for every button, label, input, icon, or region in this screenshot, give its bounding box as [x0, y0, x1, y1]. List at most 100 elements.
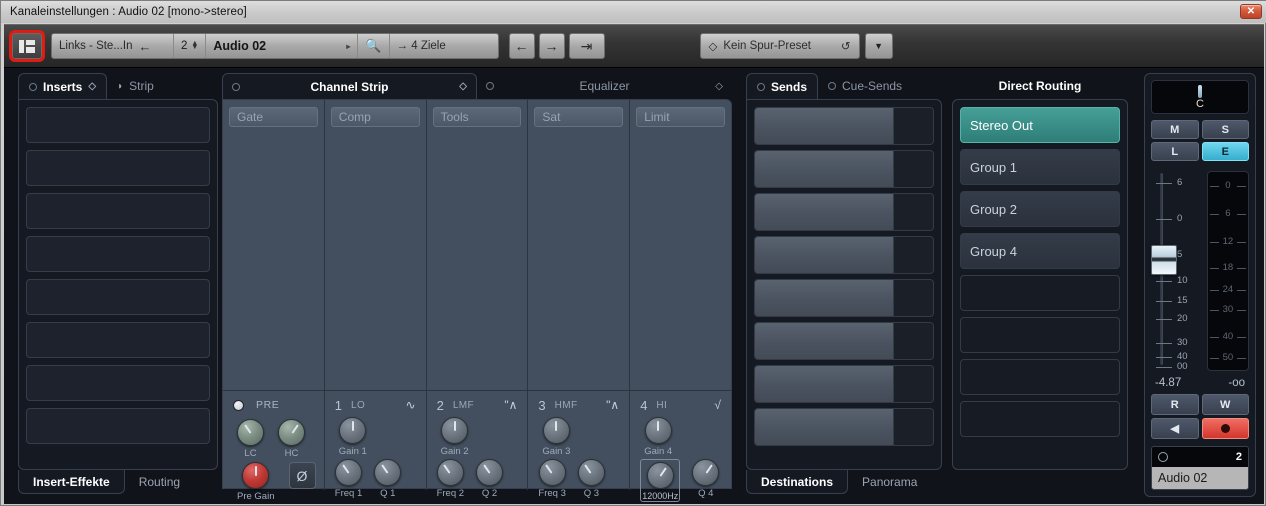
send-level-bar[interactable]: [755, 194, 894, 230]
tab-panorama[interactable]: Panorama: [848, 470, 931, 494]
eq-gain-knob[interactable]: [339, 417, 367, 444]
preset-dropdown-button[interactable]: ▼: [864, 33, 893, 59]
channel-state-icon[interactable]: [1158, 452, 1168, 462]
read-automation-button[interactable]: R: [1151, 394, 1199, 415]
pregain-knob[interactable]: [242, 462, 270, 489]
output-targets-field[interactable]: → 4 Ziele: [390, 34, 498, 58]
highcut-knob-wrap[interactable]: HC: [278, 419, 305, 459]
tab-routing[interactable]: Routing: [125, 470, 194, 494]
channel-l-button[interactable]: L: [1151, 142, 1199, 161]
write-automation-button[interactable]: W: [1201, 394, 1249, 415]
channel-e-button[interactable]: E: [1201, 142, 1249, 161]
record-enable-button[interactable]: [1201, 418, 1249, 439]
prev-channel-button[interactable]: ←: [508, 33, 535, 59]
tab-destinations[interactable]: Destinations: [746, 470, 849, 494]
eq-q-knob[interactable]: [577, 459, 605, 486]
eq-freq-knob[interactable]: [335, 459, 363, 486]
input-routing-field[interactable]: Links - Ste...In ←: [52, 34, 174, 58]
direct-routing-row[interactable]: Group 4: [960, 233, 1120, 269]
phase-invert-button[interactable]: Ø: [288, 462, 316, 489]
power-led-icon[interactable]: [828, 82, 837, 90]
spinner-icon[interactable]: ▲ ▼: [191, 40, 198, 51]
direct-routing-row[interactable]: Stereo Out: [960, 107, 1120, 143]
insert-slot[interactable]: [26, 150, 210, 186]
direct-routing-row[interactable]: [960, 317, 1120, 353]
next-channel-button[interactable]: →: [538, 33, 565, 59]
peak-readout[interactable]: -oo: [1228, 377, 1245, 389]
insert-slot[interactable]: [26, 193, 210, 229]
eq-gain-knob-wrap[interactable]: Gain 4: [644, 417, 672, 457]
eq-gain-knob-wrap[interactable]: Gain 3: [542, 417, 570, 457]
channel-s-button[interactable]: S: [1201, 120, 1249, 139]
direct-routing-row[interactable]: [960, 275, 1120, 311]
send-slot[interactable]: [754, 322, 934, 360]
tab-cue-sends[interactable]: Cue-Sends: [818, 73, 912, 99]
gain-readout[interactable]: -4.87: [1155, 377, 1181, 389]
insert-slot[interactable]: [26, 322, 210, 358]
send-slot[interactable]: [754, 150, 934, 188]
preset-diamond-icon[interactable]: ◇: [459, 81, 467, 92]
eq-q-knob[interactable]: [374, 459, 402, 486]
send-slot[interactable]: [754, 236, 934, 274]
send-slot[interactable]: [754, 193, 934, 231]
eq-curve-icon[interactable]: "∧: [606, 398, 619, 412]
eq-q-knob-wrap[interactable]: Q 4: [692, 459, 720, 502]
send-level-bar[interactable]: [755, 280, 894, 316]
power-led-icon[interactable]: [232, 82, 240, 91]
eq-q-knob-wrap[interactable]: Q 1: [374, 459, 402, 499]
eq-gain-knob-wrap[interactable]: Gain 2: [441, 417, 469, 457]
tab-insert-effekte[interactable]: Insert-Effekte: [18, 470, 125, 494]
eq-q-knob[interactable]: [692, 459, 720, 486]
tab-equalizer[interactable]: Equalizer ◇: [477, 73, 732, 99]
highcut-knob[interactable]: [278, 419, 305, 446]
insert-slot[interactable]: [26, 236, 210, 272]
pan-control[interactable]: C: [1151, 80, 1249, 114]
tab-strip[interactable]: ◗ Strip: [107, 73, 164, 99]
module-name-button[interactable]: Limit: [636, 107, 725, 127]
insert-slot[interactable]: [26, 408, 210, 444]
send-level-bar[interactable]: [755, 108, 894, 144]
track-preset-field[interactable]: ◇ Kein Spur-Preset ↺: [699, 33, 860, 59]
send-level-bar[interactable]: [755, 151, 894, 187]
send-slot[interactable]: [754, 408, 934, 446]
direct-routing-row[interactable]: Group 2: [960, 191, 1120, 227]
eq-curve-icon[interactable]: √: [714, 398, 721, 412]
preset-diamond-icon[interactable]: ◇: [88, 81, 96, 92]
eq-gain-knob[interactable]: [644, 417, 672, 444]
power-led-icon[interactable]: [29, 82, 37, 91]
module-name-button[interactable]: Sat: [534, 107, 624, 127]
channel-m-button[interactable]: M: [1151, 120, 1199, 139]
monitor-button[interactable]: ◀: [1151, 418, 1199, 439]
insert-slot[interactable]: [26, 107, 210, 143]
eq-q-knob-wrap[interactable]: Q 3: [577, 459, 605, 499]
power-led-icon[interactable]: [486, 82, 494, 90]
fader-handle[interactable]: [1151, 245, 1177, 275]
send-level-bar[interactable]: [755, 323, 894, 359]
send-level-bar[interactable]: [755, 237, 894, 273]
search-button[interactable]: 🔍: [358, 34, 390, 58]
preset-reset-icon[interactable]: ↺: [841, 39, 851, 53]
insert-slot[interactable]: [26, 365, 210, 401]
eq-q-knob[interactable]: [476, 459, 504, 486]
eq-freq-knob-wrap[interactable]: Freq 2: [437, 459, 464, 499]
power-led-icon[interactable]: [757, 82, 765, 91]
eq-gain-knob-wrap[interactable]: Gain 1: [339, 417, 367, 457]
module-name-button[interactable]: Comp: [330, 107, 420, 127]
send-slot[interactable]: [754, 107, 934, 145]
channel-number-field[interactable]: 2 ▲ ▼: [174, 34, 207, 58]
channel-name-value[interactable]: Audio 02: [1152, 467, 1248, 489]
eq-q-knob-wrap[interactable]: Q 2: [476, 459, 504, 499]
send-level-bar[interactable]: [755, 366, 894, 402]
channel-name-field[interactable]: Audio 02 ▸: [206, 34, 359, 58]
module-name-button[interactable]: Gate: [229, 107, 318, 127]
tab-inserts[interactable]: Inserts ◇: [18, 73, 108, 99]
preset-diamond-icon[interactable]: ◇: [715, 81, 723, 92]
direct-routing-row[interactable]: Group 1: [960, 149, 1120, 185]
eq-freq-knob[interactable]: [538, 459, 566, 486]
eq-freq-knob-wrap[interactable]: Freq 3: [538, 459, 566, 499]
send-slot[interactable]: [754, 279, 934, 317]
send-slot[interactable]: [754, 365, 934, 403]
tab-channel-strip[interactable]: Channel Strip ◇: [222, 73, 477, 99]
lowcut-knob[interactable]: [237, 419, 264, 446]
eq-gain-knob[interactable]: [542, 417, 570, 444]
